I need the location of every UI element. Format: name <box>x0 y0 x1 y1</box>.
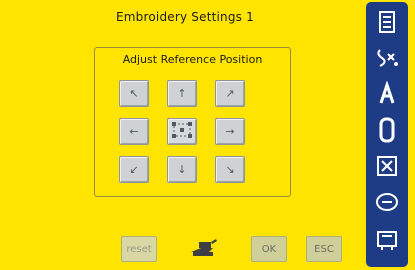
arrow-up-button[interactable]: ↑ <box>167 80 197 107</box>
adjust-reference-panel: Adjust Reference Position ↖ ↑ ↗ ← → ↙ ↓ … <box>94 47 291 197</box>
arrow-left-button[interactable]: ← <box>119 118 149 145</box>
ok-label: OK <box>261 243 277 255</box>
arrow-down-right-button[interactable]: ↘ <box>215 156 245 183</box>
right-sidebar <box>366 2 408 267</box>
arrow-up-icon: ↑ <box>177 87 187 100</box>
arrow-down-button[interactable]: ↓ <box>167 156 197 183</box>
arrow-down-left-button[interactable]: ↙ <box>119 156 149 183</box>
sidebar-hoop-icon[interactable] <box>372 116 402 144</box>
sidebar-embroidery-menu-icon[interactable] <box>372 8 402 36</box>
center-reference-button[interactable] <box>167 118 197 145</box>
reset-button[interactable]: reset <box>121 236 157 262</box>
arrow-down-left-icon: ↙ <box>129 163 139 176</box>
ok-button[interactable]: OK <box>251 236 287 262</box>
sidebar-design-icon[interactable] <box>372 152 402 180</box>
sidebar-mode-icon[interactable] <box>372 188 402 216</box>
center-reference-icon <box>170 120 194 143</box>
panel-title: Adjust Reference Position <box>122 53 263 66</box>
arrow-up-right-button[interactable]: ↗ <box>215 80 245 107</box>
esc-button[interactable]: ESC <box>306 236 342 262</box>
page-title: Embroidery Settings 1 <box>116 10 254 24</box>
sidebar-setup-icon[interactable] <box>372 226 402 254</box>
esc-label: ESC <box>314 243 334 255</box>
arrow-up-right-icon: ↗ <box>225 87 235 100</box>
thread-button[interactable] <box>186 236 222 262</box>
arrow-down-right-icon: ↘ <box>225 163 235 176</box>
sidebar-alphabet-icon[interactable] <box>372 80 402 108</box>
arrow-right-icon: → <box>225 125 235 138</box>
reset-label: reset <box>126 243 152 255</box>
arrow-right-button[interactable]: → <box>215 118 245 145</box>
arrow-left-icon: ← <box>129 125 139 138</box>
sidebar-stitch-selection-icon[interactable] <box>372 44 402 72</box>
thread-icon <box>189 238 219 261</box>
embroidery-settings-screen: Embroidery Settings 1 Adjust Reference P… <box>0 0 415 270</box>
arrow-up-left-icon: ↖ <box>129 87 139 100</box>
arrow-down-icon: ↓ <box>177 163 187 176</box>
arrow-up-left-button[interactable]: ↖ <box>119 80 149 107</box>
